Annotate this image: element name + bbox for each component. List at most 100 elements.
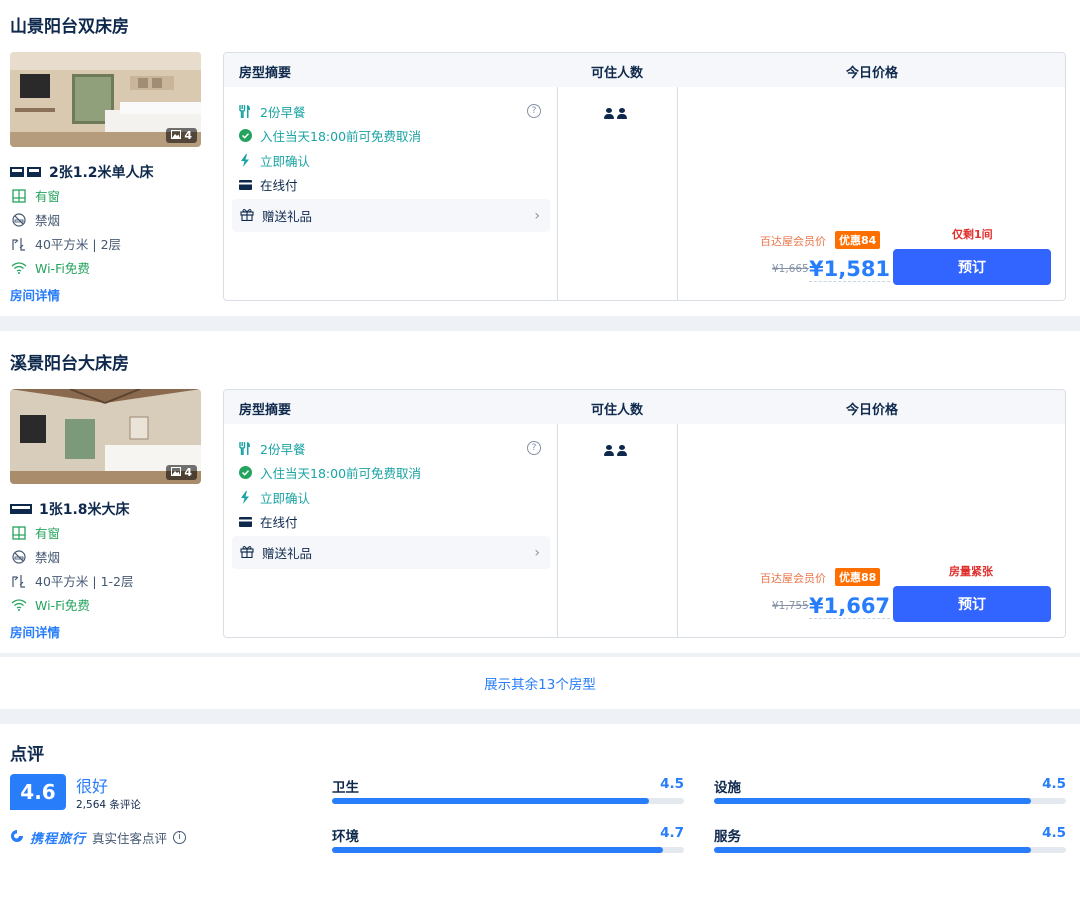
gift-icon [240,545,254,561]
window-info: 有窗 [10,186,60,205]
sub-score-fill [332,847,663,853]
sub-score-bar [714,847,1066,853]
payment-feature: 在线付 [238,512,298,531]
column-divider [557,424,558,637]
cancel-feature: 入住当天18:00前可免费取消 [238,463,421,482]
section-divider [0,653,1080,657]
sub-score-value: 4.7 [660,825,684,841]
chevron-right-icon: › [534,544,540,561]
sub-score-value: 4.5 [660,776,684,792]
section-divider [0,709,1080,724]
sub-score-label: 服务 [714,829,741,845]
confirm-label: 立即确认 [260,154,311,169]
wifi-icon [10,598,28,611]
sub-score-bar [332,847,684,853]
discount-badge[interactable]: 优惠84 [835,231,881,249]
check-circle-icon [238,466,252,479]
payment-label: 在线付 [260,515,298,530]
area-floor-label: 40平方米 | 1-2层 [35,574,134,589]
discount-badge[interactable]: 优惠88 [835,568,881,586]
wifi-icon [10,261,28,274]
column-divider [557,87,558,300]
ctrip-logo-icon [10,829,24,847]
sub-score-value: 4.5 [1042,776,1066,792]
rate-table: 房型摘要 可住人数 今日价格 2份早餐 ? 入住当天18:00前可免费取消 立即… [223,389,1066,638]
no-smoking-icon [10,549,28,564]
area-icon [10,237,28,251]
room-card: 溪景阳台大床房 4 1张1.8米大床 有窗 禁烟 40平方米 | 1-2层 Wi… [0,331,1080,653]
book-button[interactable]: 预订 [893,586,1051,622]
no-smoking-icon [10,212,28,227]
area-floor-label: 40平方米 | 2层 [35,237,122,252]
sub-score-bar [714,798,1066,804]
room-title: 山景阳台双床房 [10,17,129,37]
image-icon [171,466,182,479]
sub-score-fill [714,847,1031,853]
gift-label: 赠送礼品 [262,546,313,561]
photo-count-badge: 4 [166,465,197,480]
person-icon [604,445,614,456]
sub-score-bar [332,798,684,804]
score-word: 很好 [76,777,109,796]
current-price: ¥1,581 [809,257,891,282]
gift-label: 赠送礼品 [262,209,313,224]
area-floor-info: 40平方米 | 1-2层 [10,571,133,590]
header-price: 今日价格 [846,66,899,81]
help-icon[interactable]: ? [527,104,541,118]
sub-score-label: 卫生 [332,780,359,796]
photo-count: 4 [184,466,192,479]
cancel-feature: 入住当天18:00前可免费取消 [238,126,421,145]
sub-score-value: 4.5 [1042,825,1066,841]
window-icon [10,525,28,540]
sub-score-label: 环境 [332,829,359,845]
brand-logo: 携程旅行 [30,832,87,847]
room-detail-link[interactable]: 房间详情 [10,622,60,641]
photo-count-badge: 4 [166,128,197,143]
room-photo[interactable]: 4 [10,52,201,147]
window-info: 有窗 [10,523,60,542]
member-price-label: 百达屋会员价 [760,235,826,248]
smoking-label: 禁烟 [35,550,61,565]
room-title: 溪景阳台大床房 [10,354,129,374]
brand-note: 真实住客点评 [92,831,168,846]
cutlery-icon [238,442,252,455]
column-divider [677,87,678,300]
review-count[interactable]: 2,564 条评论 [76,797,141,812]
gift-row[interactable]: 赠送礼品 › [232,536,550,569]
payment-feature: 在线付 [238,175,298,194]
double-bed-icon [10,166,42,178]
stock-note: 仅剩1间 [952,228,993,241]
breakfast-label: 2份早餐 [260,105,306,120]
show-more-rooms-link[interactable]: 展示其余13个房型 [0,673,1080,693]
wifi-info: Wi-Fi免费 [10,258,90,277]
window-icon [10,188,28,203]
bed-label: 1张1.8米大床 [39,502,130,518]
photo-count: 4 [184,129,192,142]
bed-info: 1张1.8米大床 [10,499,130,519]
confirm-feature: 立即确认 [238,151,310,170]
room-photo[interactable]: 4 [10,389,201,484]
lightning-icon [238,491,252,504]
wifi-info: Wi-Fi免费 [10,595,90,614]
card-icon [238,516,252,527]
bed-info: 2张1.2米单人床 [10,162,154,182]
room-detail-link[interactable]: 房间详情 [10,285,60,304]
king-bed-icon [10,503,32,515]
sub-score-label: 设施 [714,780,741,796]
wifi-label: Wi-Fi免费 [35,261,90,276]
book-button[interactable]: 预订 [893,249,1051,285]
help-icon[interactable]: ? [527,441,541,455]
info-icon[interactable]: i [173,831,187,844]
reviews-title: 点评 [10,745,44,765]
smoking-label: 禁烟 [35,213,61,228]
cutlery-icon [238,105,252,118]
header-occupancy: 可住人数 [591,403,644,418]
person-icon [604,108,614,119]
person-icon [617,445,627,456]
breakfast-feature: 2份早餐 [238,439,305,458]
header-price: 今日价格 [846,403,899,418]
confirm-label: 立即确认 [260,491,311,506]
member-price-label: 百达屋会员价 [760,572,826,585]
gift-row[interactable]: 赠送礼品 › [232,199,550,232]
lightning-icon [238,154,252,167]
